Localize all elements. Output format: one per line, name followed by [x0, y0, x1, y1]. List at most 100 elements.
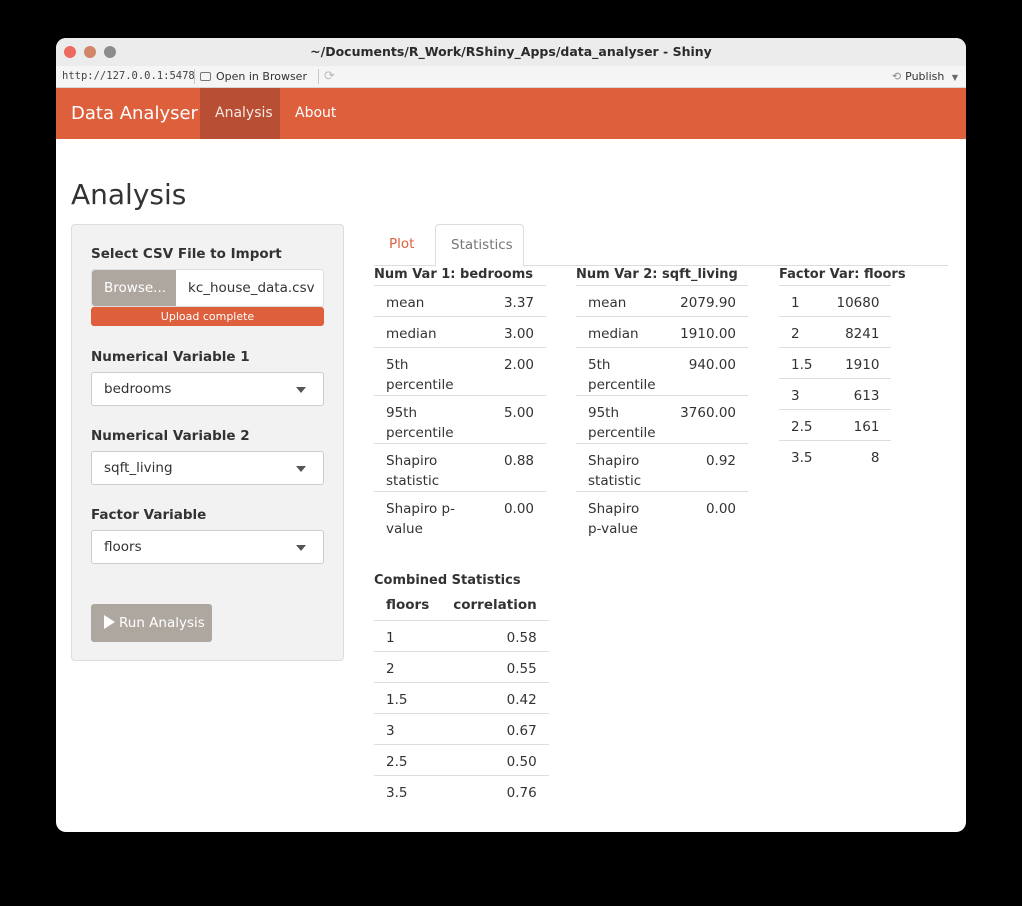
stat-name: mean [576, 285, 668, 317]
table-row: mean 3.37 [374, 285, 546, 317]
correlation-cell: 0.50 [441, 743, 549, 775]
num-var1-select[interactable]: bedrooms [91, 372, 324, 406]
table-row: Shapiro statistic 0.88 [374, 443, 546, 492]
navbar: Data Analyser Analysis About [56, 88, 966, 139]
file-input[interactable]: Browse... kc_house_data.csv [91, 269, 324, 307]
table-row: 3.5 0.76 [374, 774, 549, 806]
open-in-browser-button[interactable]: Open in Browser [200, 70, 307, 83]
url-text[interactable]: http://127.0.0.1:5478 [62, 70, 195, 82]
stat-name: Shapiro statistic [576, 443, 668, 492]
title-bar: ~/Documents/R_Work/RShiny_Apps/data_anal… [56, 38, 966, 66]
divider [318, 69, 319, 84]
floors-cell: 2 [374, 650, 442, 682]
factor-var-value: floors [104, 539, 142, 555]
publish-label: Publish [905, 70, 945, 83]
factor-level: 1 [779, 285, 825, 317]
factor-level: 3 [779, 378, 825, 410]
tab-bar: Plot Statistics [374, 224, 948, 267]
factor-count: 161 [824, 409, 892, 441]
page-title: Analysis [71, 178, 187, 211]
stat-name: 95th percentile [374, 395, 474, 444]
table-row: 5th percentile 940.00 [576, 347, 748, 396]
table-row: 3 613 [779, 378, 892, 410]
factor-count: 8241 [824, 316, 892, 348]
chevron-down-icon [296, 387, 306, 393]
num-var2-value: sqft_living [104, 460, 173, 476]
factor-count: 1910 [824, 347, 892, 379]
browse-button[interactable]: Browse... [92, 270, 176, 306]
table-row: mean 2079.90 [576, 285, 748, 317]
chevron-down-icon: ▼ [951, 73, 958, 82]
stat-name: median [374, 316, 474, 348]
correlation-cell: 0.58 [441, 619, 549, 651]
refresh-icon[interactable]: ⟳ [324, 69, 335, 84]
chevron-down-icon [296, 466, 306, 472]
column-header: correlation [453, 597, 537, 613]
table-row: 2.5 0.50 [374, 743, 549, 775]
stat-name: Shapiro statistic [374, 443, 474, 492]
publish-icon: ⟲ [891, 70, 902, 83]
nav-tab-analysis[interactable]: Analysis [200, 88, 280, 139]
stat-value: 1910.00 [667, 316, 748, 348]
stat-name: Shapiro p-value [576, 491, 668, 539]
factor-var-label: Factor Variable [91, 507, 207, 523]
factor-count: 8 [824, 440, 892, 472]
tab-statistics[interactable]: Statistics [435, 224, 524, 267]
table-row: 1.5 0.42 [374, 681, 549, 713]
factor-var-caption: Factor Var: floors [779, 267, 906, 282]
correlation-cell: 0.55 [441, 650, 549, 682]
table-row: 2 0.55 [374, 650, 549, 682]
stat-value: 0.00 [667, 491, 748, 539]
run-analysis-label: Run Analysis [119, 615, 205, 631]
floors-cell: 2.5 [374, 743, 442, 775]
factor-var-select[interactable]: floors [91, 530, 324, 564]
num-var1-caption: Num Var 1: bedrooms [374, 267, 534, 282]
num-var2-select[interactable]: sqft_living [91, 451, 324, 485]
table-row: 5th percentile 2.00 [374, 347, 546, 396]
table-row: median 3.00 [374, 316, 546, 348]
run-analysis-button[interactable]: Run Analysis [91, 604, 212, 642]
stat-value: 2.00 [474, 347, 546, 396]
stat-name: 95th percentile [576, 395, 668, 444]
file-name-field: kc_house_data.csv [188, 280, 315, 296]
factor-level: 1.5 [779, 347, 825, 379]
correlation-cell: 0.76 [441, 774, 549, 806]
stat-name: median [576, 316, 668, 348]
app-window: ~/Documents/R_Work/RShiny_Apps/data_anal… [56, 38, 966, 832]
stat-name: mean [374, 285, 474, 317]
num-var1-table: mean 3.37 median 3.00 5th percentile 2.00 9… [374, 285, 546, 539]
brand-title[interactable]: Data Analyser [71, 103, 198, 124]
stat-value: 940.00 [667, 347, 748, 396]
stat-value: 3.00 [474, 316, 546, 348]
stat-value: 2079.90 [667, 285, 748, 317]
table-row: 1.5 1910 [779, 347, 892, 379]
factor-level: 2 [779, 316, 825, 348]
browser-icon [200, 72, 211, 81]
stat-name: 5th percentile [576, 347, 668, 396]
table-row: 1 10680 [779, 285, 892, 317]
num-var2-table: mean 2079.90 median 1910.00 5th percentile… [576, 285, 748, 539]
address-bar: http://127.0.0.1:5478 Open in Browser ⟳ … [56, 66, 966, 88]
floors-cell: 1 [374, 619, 442, 651]
stat-value: 0.88 [474, 443, 546, 492]
column-header: floors [386, 597, 430, 613]
stat-value: 5.00 [474, 395, 546, 444]
table-row: 2.5 161 [779, 409, 892, 441]
nav-tab-about[interactable]: About [280, 88, 351, 139]
num-var2-label: Numerical Variable 2 [91, 428, 250, 444]
table-row: 2 8241 [779, 316, 892, 348]
stat-name: 5th percentile [374, 347, 474, 396]
chevron-down-icon [296, 545, 306, 551]
factor-var-table: 1 10680 2 8241 1.5 1910 3 613 2.5 161 3.5 8 [779, 285, 892, 472]
publish-button[interactable]: ⟲ Publish ▼ [892, 70, 958, 83]
tab-plot[interactable]: Plot [374, 224, 429, 266]
sidebar-panel: Select CSV File to Import Browse... kc_h… [71, 224, 344, 661]
table-row: 95th percentile 3760.00 [576, 395, 748, 444]
file-input-label: Select CSV File to Import [91, 246, 282, 262]
table-row: Shapiro statistic 0.92 [576, 443, 748, 492]
divider [194, 69, 195, 84]
table-row: 3.5 8 [779, 440, 892, 472]
factor-count: 10680 [824, 285, 892, 317]
table-row: 1 0.58 [374, 619, 549, 651]
floors-cell: 3 [374, 712, 442, 744]
